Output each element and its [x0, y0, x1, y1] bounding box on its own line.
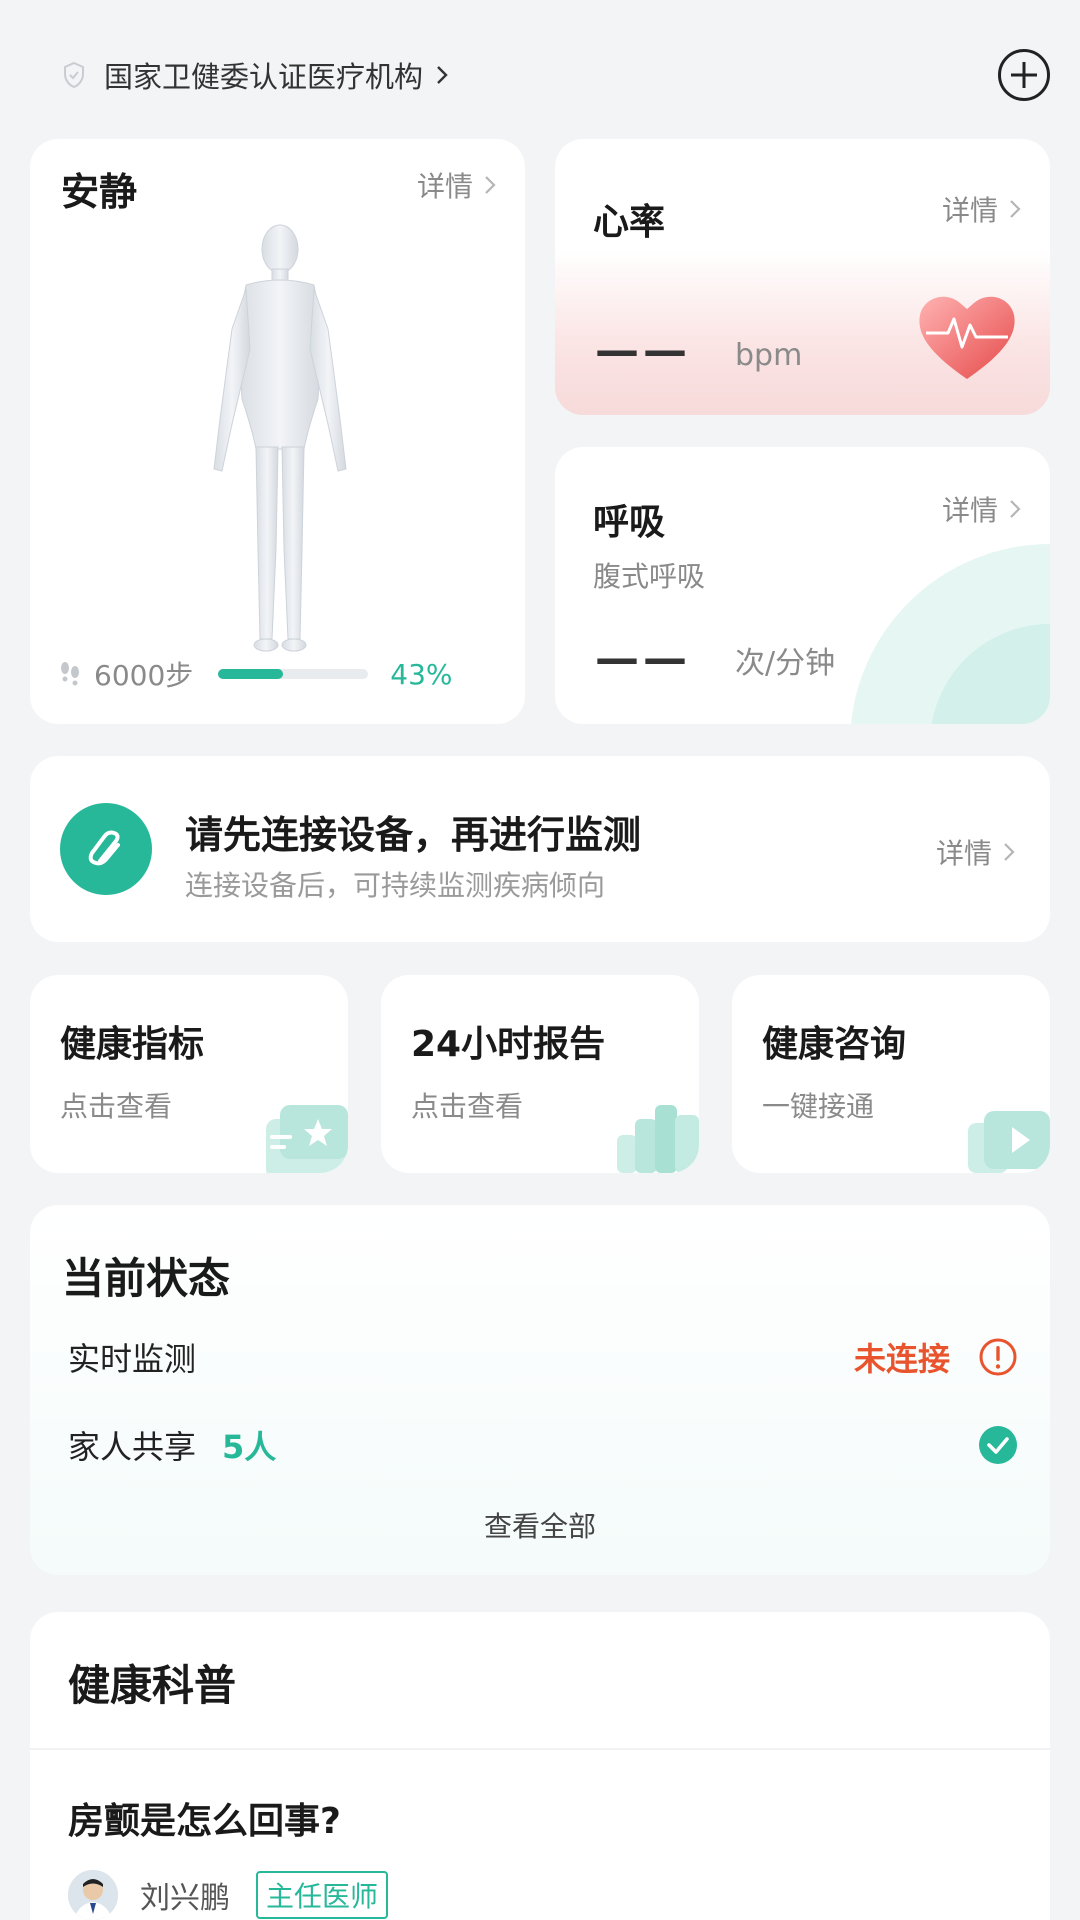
avatar — [68, 1870, 118, 1920]
steps-count: 6000步 — [94, 659, 194, 692]
article-author: 刘兴鹏 主任医师 — [68, 1870, 389, 1920]
heart-rate-value: —— — [595, 325, 691, 376]
connect-device-banner[interactable]: 请先连接设备，再进行监测 连接设备后，可持续监测疾病倾向 详情 — [30, 756, 1050, 942]
warning-icon — [979, 1338, 1017, 1376]
heart-rate-detail-link[interactable]: 详情 — [942, 189, 1022, 229]
shield-check-icon — [64, 61, 84, 89]
tile-title: 健康指标 — [60, 1024, 205, 1065]
certification-link[interactable]: 国家卫健委认证医疗机构 — [62, 50, 449, 100]
add-button[interactable] — [998, 49, 1050, 101]
heart-rate-card[interactable]: 心率 详情 —— bpm — [555, 139, 1050, 415]
detail-label: 详情 — [941, 194, 998, 227]
connect-subtitle: 连接设备后，可持续监测疾病倾向 — [185, 869, 606, 902]
breathing-subtitle: 腹式呼吸 — [593, 560, 706, 593]
detail-label: 详情 — [416, 170, 473, 203]
activity-title: 安静 — [61, 170, 138, 214]
health-home-page: 国家卫健委认证医疗机构 安静 详情 6000步 43% 心率 详情 —— bpm… — [0, 0, 1080, 1920]
science-heading: 健康科普 — [68, 1661, 237, 1710]
footprints-icon — [61, 662, 79, 686]
breathing-metric: —— 次/分钟 — [595, 633, 835, 684]
tile-title: 健康咨询 — [762, 1024, 907, 1065]
family-count: 5人 — [222, 1428, 277, 1466]
chevron-right-icon — [1010, 500, 1021, 518]
connect-detail-link[interactable]: 详情 — [936, 832, 1016, 872]
chevron-right-icon — [437, 66, 448, 84]
breathing-value: —— — [595, 633, 691, 684]
author-name: 刘兴鹏 — [140, 1881, 230, 1916]
certification-text: 国家卫健委认证医疗机构 — [104, 60, 424, 94]
breathing-detail-link[interactable]: 详情 — [942, 489, 1022, 529]
check-circle-icon — [979, 1426, 1017, 1464]
realtime-state: 未连接 — [853, 1340, 950, 1378]
status-heading: 当前状态 — [62, 1254, 231, 1303]
view-all-button[interactable]: 查看全部 — [30, 1505, 1050, 1545]
steps-percent: 43% — [390, 657, 453, 691]
breathing-unit: 次/分钟 — [735, 646, 836, 681]
divider — [30, 1748, 1050, 1750]
chevron-right-icon — [1004, 843, 1015, 861]
tile-subtitle: 一键接通 — [762, 1090, 875, 1123]
tile-subtitle: 点击查看 — [60, 1090, 173, 1123]
heart-rate-title: 心率 — [593, 202, 666, 243]
detail-label: 详情 — [935, 837, 992, 870]
tile-subtitle: 点击查看 — [411, 1090, 524, 1123]
human-body-illustration — [213, 224, 347, 652]
current-status-card: 当前状态 实时监测 未连接 家人共享 5人 查看全部 — [30, 1205, 1050, 1575]
detail-label: 详情 — [941, 494, 998, 527]
article-title[interactable]: 房颤是怎么回事? — [68, 1792, 341, 1844]
activity-detail-link[interactable]: 详情 — [417, 165, 497, 205]
tile-health-indicators[interactable]: 健康指标 点击查看 — [30, 975, 348, 1173]
device-link-icon — [60, 803, 152, 895]
connect-headline: 请先连接设备，再进行监测 — [185, 813, 642, 857]
activity-card[interactable]: 安静 详情 6000步 43% — [30, 139, 525, 724]
breath-wave-decoration — [851, 544, 1050, 724]
family-label: 家人共享 — [68, 1428, 197, 1466]
health-science-card: 健康科普 房颤是怎么回事? 刘兴鹏 主任医师 — [30, 1612, 1050, 1920]
star-card-icon — [266, 1105, 348, 1173]
breathing-title: 呼吸 — [593, 502, 666, 543]
heart-rate-metric: —— bpm — [595, 325, 802, 376]
chevron-right-icon — [485, 176, 496, 194]
breathing-card[interactable]: 呼吸 详情 腹式呼吸 —— 次/分钟 — [555, 447, 1050, 724]
steps-progress: 6000步 43% — [58, 649, 498, 699]
realtime-monitor-row[interactable]: 实时监测 未连接 — [68, 1332, 1018, 1382]
author-title-badge: 主任医师 — [256, 1871, 389, 1919]
tile-24h-report[interactable]: 24小时报告 点击查看 — [381, 975, 699, 1173]
realtime-label: 实时监测 — [68, 1340, 197, 1378]
steps-progress-bar — [218, 669, 369, 679]
chevron-right-icon — [1010, 200, 1021, 218]
family-share-row[interactable]: 家人共享 5人 — [68, 1420, 1018, 1470]
heart-rate-unit: bpm — [735, 338, 803, 373]
tile-health-consult[interactable]: 健康咨询 一键接通 — [732, 975, 1050, 1173]
tile-title: 24小时报告 — [411, 1024, 606, 1065]
steps-progress-fill — [218, 669, 283, 679]
bar-chart-icon — [617, 1105, 699, 1173]
heart-icon — [919, 296, 1015, 379]
video-call-icon — [968, 1111, 1050, 1173]
